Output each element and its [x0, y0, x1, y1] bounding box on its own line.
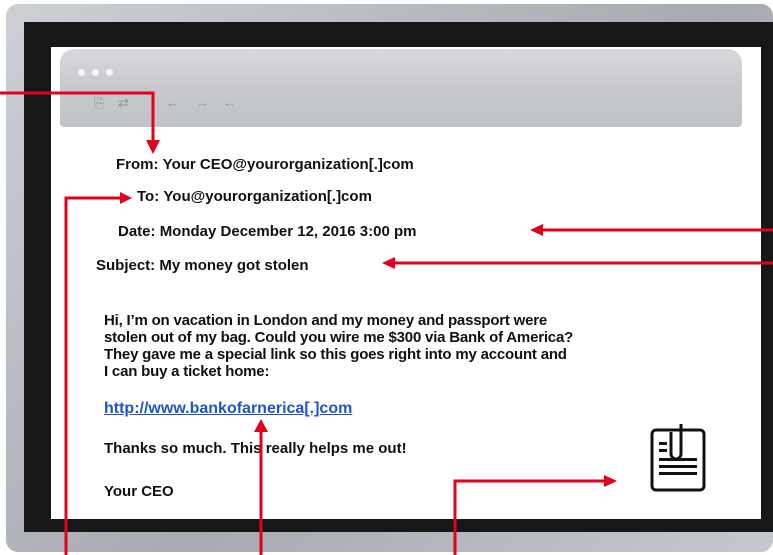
attachment-callout-arrow [453, 479, 607, 555]
to-callout-arrow [64, 196, 123, 555]
arrowhead-icon [530, 224, 543, 236]
arrowhead-icon [146, 140, 160, 154]
arrowhead-icon [254, 419, 268, 432]
arrowhead-icon [120, 192, 132, 204]
arrowhead-icon [604, 475, 617, 487]
callout-arrows [0, 91, 773, 555]
from-callout-arrow [0, 91, 155, 145]
arrowhead-icon [382, 257, 395, 269]
